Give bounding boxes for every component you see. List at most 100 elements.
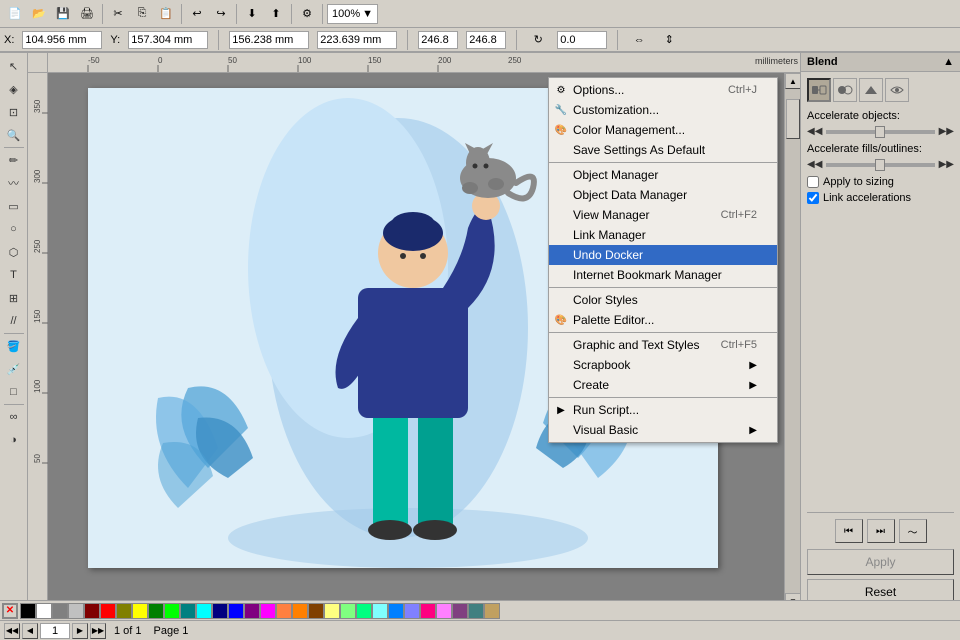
undo-btn[interactable]: ↩ (186, 3, 208, 25)
color-cell[interactable] (324, 603, 340, 619)
color-cell[interactable] (308, 603, 324, 619)
paste-btn[interactable]: 📋 (155, 3, 177, 25)
color-cell[interactable] (84, 603, 100, 619)
menu-item-color-styles[interactable]: Color Styles (549, 290, 777, 310)
transparency-tool[interactable]: ◑ (3, 429, 25, 451)
blend-first-btn[interactable]: ⏮ (835, 519, 863, 543)
no-fill-btn[interactable]: ✕ (2, 603, 18, 619)
export-btn[interactable]: ⬆ (265, 3, 287, 25)
link-accelerations-checkbox[interactable] (807, 192, 819, 204)
menu-item-link-manager[interactable]: Link Manager (549, 225, 777, 245)
color-cell[interactable] (388, 603, 404, 619)
h-input[interactable] (317, 31, 397, 49)
blend-prev-btn[interactable]: ⏭ (867, 519, 895, 543)
menu-item-object-data[interactable]: Object Data Manager (549, 185, 777, 205)
color-cell[interactable] (196, 603, 212, 619)
color-cell[interactable] (52, 603, 68, 619)
color-cell[interactable] (228, 603, 244, 619)
menu-item-options[interactable]: ⚙ Options... Ctrl+J (549, 80, 777, 100)
color-cell[interactable] (68, 603, 84, 619)
blend-tool[interactable]: ∞ (3, 406, 25, 428)
w2-input[interactable] (418, 31, 458, 49)
polygon-tool[interactable]: ⬡ (3, 241, 25, 263)
page-last-btn[interactable]: ▶▶ (90, 623, 106, 639)
blend-icon-1[interactable] (807, 78, 831, 102)
menu-item-save-settings[interactable]: Save Settings As Default (549, 140, 777, 160)
new-btn[interactable]: 📄 (4, 3, 26, 25)
rect-tool[interactable]: ▭ (3, 195, 25, 217)
color-cell[interactable] (36, 603, 52, 619)
parallel-tool[interactable]: // (3, 310, 25, 332)
canvas-area[interactable]: ⚙ Options... Ctrl+J 🔧 Customization... 🎨… (48, 73, 784, 609)
menu-item-scrapbook[interactable]: Scrapbook ▶ (549, 355, 777, 375)
menu-item-object-manager[interactable]: Object Manager (549, 165, 777, 185)
text-tool[interactable]: T (3, 264, 25, 286)
save-btn[interactable]: 💾 (52, 3, 74, 25)
crop-tool[interactable]: ⊡ (3, 101, 25, 123)
menu-item-internet-bookmark[interactable]: Internet Bookmark Manager (549, 265, 777, 285)
acc-fill-left-arrow[interactable]: ◀◀ (807, 159, 822, 170)
freehand-tool[interactable]: ✏ (3, 149, 25, 171)
apply-to-sizing-checkbox[interactable] (807, 176, 819, 188)
page-first-btn[interactable]: ◀◀ (4, 623, 20, 639)
acc-fill-track[interactable] (826, 163, 934, 167)
mirror-h-btn[interactable]: ⇔ (628, 29, 650, 51)
h2-input[interactable] (466, 31, 506, 49)
blend-curve-btn[interactable]: 〜 (899, 519, 927, 543)
options-btn[interactable]: ⚙ (296, 3, 318, 25)
color-cell[interactable] (212, 603, 228, 619)
mirror-v-btn[interactable]: ⇕ (658, 29, 680, 51)
outline-tool[interactable]: □ (3, 381, 25, 403)
color-cell[interactable] (292, 603, 308, 619)
color-cell[interactable] (452, 603, 468, 619)
scrollbar-track-v[interactable] (785, 89, 800, 593)
context-menu[interactable]: ⚙ Options... Ctrl+J 🔧 Customization... 🎨… (548, 77, 778, 443)
menu-item-palette-editor[interactable]: 🎨 Palette Editor... (549, 310, 777, 330)
page-number-input[interactable] (40, 623, 70, 639)
menu-item-create[interactable]: Create ▶ (549, 375, 777, 395)
menu-item-run-script[interactable]: ▶ Run Script... (549, 400, 777, 420)
menu-item-visual-basic[interactable]: Visual Basic ▶ (549, 420, 777, 440)
color-cell[interactable] (116, 603, 132, 619)
scroll-up-btn[interactable]: ▲ (785, 73, 800, 89)
color-cell[interactable] (468, 603, 484, 619)
color-cell[interactable] (132, 603, 148, 619)
zoom-tool[interactable]: 🔍 (3, 124, 25, 146)
color-cell[interactable] (260, 603, 276, 619)
menu-item-color-mgmt[interactable]: 🎨 Color Management... (549, 120, 777, 140)
page-next-btn[interactable]: ▶ (72, 623, 88, 639)
color-cell[interactable] (420, 603, 436, 619)
import-btn[interactable]: ⬇ (241, 3, 263, 25)
scrollbar-thumb-v[interactable] (786, 99, 800, 139)
page-prev-btn[interactable]: ◀ (22, 623, 38, 639)
select-tool[interactable]: ↖ (3, 55, 25, 77)
color-cell[interactable] (20, 603, 36, 619)
acc-fill-thumb[interactable] (875, 159, 885, 171)
apply-button[interactable]: Apply (807, 549, 954, 575)
shape-tool[interactable]: ◈ (3, 78, 25, 100)
print-btn[interactable]: 🖨 (76, 3, 98, 25)
panel-expand-icon[interactable]: ▲ (943, 56, 954, 68)
open-btn[interactable]: 📂 (28, 3, 50, 25)
table-tool[interactable]: ⊞ (3, 287, 25, 309)
acc-fill-right-arrow[interactable]: ▶▶ (939, 159, 954, 170)
blend-icon-3[interactable] (859, 78, 883, 102)
acc-obj-thumb[interactable] (875, 126, 885, 138)
w-input[interactable] (229, 31, 309, 49)
menu-item-customization[interactable]: 🔧 Customization... (549, 100, 777, 120)
menu-item-undo-docker[interactable]: Undo Docker (549, 245, 777, 265)
color-cell[interactable] (180, 603, 196, 619)
fill-tool[interactable]: 🪣 (3, 335, 25, 357)
color-cell[interactable] (276, 603, 292, 619)
cut-btn[interactable]: ✂ (107, 3, 129, 25)
color-cell[interactable] (100, 603, 116, 619)
acc-obj-track[interactable] (826, 130, 934, 134)
color-cell[interactable] (356, 603, 372, 619)
redo-btn[interactable]: ↪ (210, 3, 232, 25)
y-input[interactable] (128, 31, 208, 49)
menu-item-view-manager[interactable]: View Manager Ctrl+F2 (549, 205, 777, 225)
color-cell[interactable] (372, 603, 388, 619)
ellipse-tool[interactable]: ○ (3, 218, 25, 240)
acc-obj-right-arrow[interactable]: ▶▶ (939, 126, 954, 137)
color-cell[interactable] (164, 603, 180, 619)
